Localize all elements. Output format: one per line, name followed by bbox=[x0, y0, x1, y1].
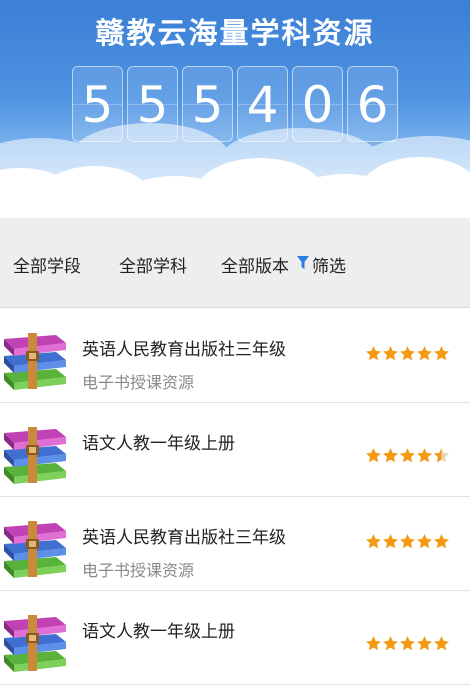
list-item[interactable]: 英语人民教育出版社三年级 电子书授课资源 bbox=[0, 309, 470, 403]
star-icon bbox=[382, 345, 399, 362]
funnel-icon bbox=[297, 255, 309, 275]
star-icon bbox=[416, 635, 433, 652]
star-icon bbox=[416, 447, 433, 464]
list-item[interactable]: 英语人民教育出版社三年级 电子书授课资源 bbox=[0, 497, 470, 591]
archive-books-icon bbox=[0, 511, 72, 579]
star-icon bbox=[382, 635, 399, 652]
list-item[interactable]: 语文人教一年级上册 bbox=[0, 591, 470, 685]
archive-books-icon bbox=[0, 323, 72, 391]
banner-title: 赣教云海量学科资源 bbox=[95, 16, 375, 50]
filter-edition[interactable]: 全部版本 bbox=[221, 252, 289, 277]
rating-stars bbox=[365, 635, 450, 652]
archive-books-icon bbox=[0, 417, 72, 485]
archive-books-icon bbox=[0, 605, 72, 673]
star-icon bbox=[365, 345, 382, 362]
resource-title: 英语人民教育出版社三年级 bbox=[82, 528, 286, 548]
star-icon bbox=[365, 533, 382, 550]
star-icon bbox=[399, 345, 416, 362]
half-star-icon bbox=[433, 447, 450, 464]
star-icon bbox=[399, 533, 416, 550]
resource-subtitle: 电子书授课资源 bbox=[82, 373, 195, 392]
star-icon bbox=[399, 447, 416, 464]
star-icon bbox=[365, 447, 382, 464]
rating-stars bbox=[365, 447, 450, 464]
header-banner: 赣教云海量学科资源 5 5 5 4 0 6 bbox=[0, 0, 470, 218]
filter-button[interactable]: 筛选 bbox=[297, 252, 346, 277]
star-icon bbox=[433, 533, 450, 550]
resource-subtitle: 电子书授课资源 bbox=[82, 561, 195, 580]
clouds-decoration bbox=[0, 123, 470, 218]
star-icon bbox=[382, 447, 399, 464]
resource-title: 语文人教一年级上册 bbox=[82, 434, 235, 454]
filter-subject[interactable]: 全部学科 bbox=[119, 252, 187, 277]
rating-stars bbox=[365, 533, 450, 550]
filter-bar: 全部学段 全部学科 全部版本 筛选 bbox=[0, 218, 470, 308]
list-item[interactable]: 语文人教一年级上册 bbox=[0, 403, 470, 497]
star-icon bbox=[382, 533, 399, 550]
star-icon bbox=[365, 635, 382, 652]
star-icon bbox=[399, 635, 416, 652]
resource-title: 语文人教一年级上册 bbox=[82, 622, 235, 642]
star-icon bbox=[416, 345, 433, 362]
resource-list: 英语人民教育出版社三年级 电子书授课资源 语文人教一年级上册 英语人民教育出版社… bbox=[0, 309, 470, 685]
resource-title: 英语人民教育出版社三年级 bbox=[82, 340, 286, 360]
star-icon bbox=[433, 345, 450, 362]
filter-label: 筛选 bbox=[312, 257, 346, 277]
filter-stage[interactable]: 全部学段 bbox=[13, 252, 81, 277]
rating-stars bbox=[365, 345, 450, 362]
star-icon bbox=[433, 635, 450, 652]
star-icon bbox=[416, 533, 433, 550]
